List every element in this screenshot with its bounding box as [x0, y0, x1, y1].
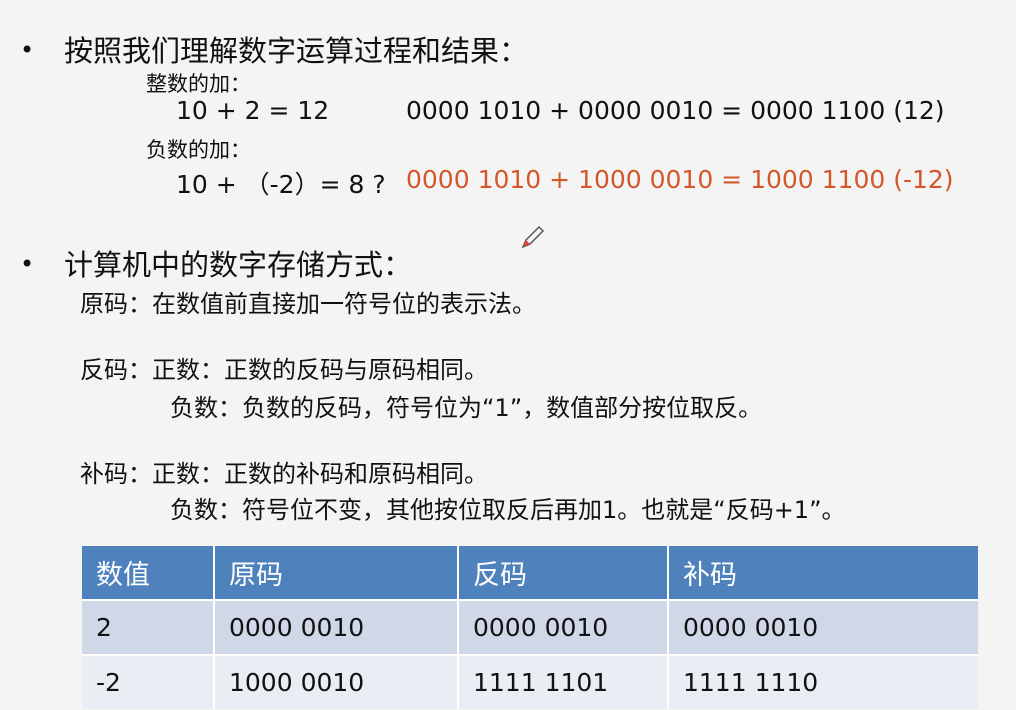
- neg-add-decimal: 10 + （-2）= 8 ?: [176, 170, 386, 199]
- int-add-label: 整数的加：: [146, 72, 251, 96]
- neg-add-binary: 0000 1010 + 1000 0010 = 1000 1100 (-12): [406, 165, 954, 194]
- bullet: •: [20, 36, 35, 64]
- int-add-binary: 0000 1010 + 0000 0010 = 0000 1100 (12): [406, 96, 945, 125]
- table-cell: 1111 1110: [668, 654, 978, 709]
- pencil-icon: [521, 225, 545, 249]
- code-table: 数值 原码 反码 补码 2 0000 0010 0000 0010 0000 0…: [82, 546, 978, 709]
- table-cell: -2: [82, 654, 215, 709]
- table-cell: 0000 0010: [214, 599, 459, 655]
- table-cell: 1111 1101: [458, 654, 669, 709]
- table-cell: 1000 0010: [214, 654, 459, 709]
- table-cell: 0000 0010: [668, 599, 978, 655]
- table-cell: 2: [82, 599, 215, 655]
- int-add-decimal: 10 + 2 = 12: [176, 96, 330, 125]
- buma-positive-line: 补码：正数：正数的补码和原码相同。: [80, 460, 488, 488]
- section-title: 按照我们理解数字运算过程和结果：: [64, 34, 529, 68]
- neg-add-label: 负数的加：: [146, 138, 251, 162]
- section-title: 计算机中的数字存储方式：: [64, 248, 413, 282]
- header-cell: 数值: [82, 546, 215, 600]
- header-cell: 反码: [458, 546, 669, 600]
- header-cell: 原码: [214, 546, 459, 600]
- header-cell: 补码: [668, 546, 978, 600]
- fanma-negative-line: 负数：负数的反码，符号位为“1”，数值部分按位取反。: [170, 394, 763, 422]
- table-header-row: 数值 原码 反码 补码: [82, 546, 978, 600]
- table-row: 2 0000 0010 0000 0010 0000 0010: [82, 599, 978, 655]
- bullet: •: [20, 250, 35, 278]
- yuanma-line: 原码：在数值前直接加一符号位的表示法。: [80, 290, 536, 318]
- table-row: -2 1000 0010 1111 1101 1111 1110: [82, 654, 978, 709]
- table-cell: 0000 0010: [458, 599, 669, 655]
- fanma-positive-line: 反码：正数：正数的反码与原码相同。: [80, 356, 488, 384]
- buma-negative-line: 负数：符号位不变，其他按位取反后再加1。也就是“反码+1”。: [170, 496, 846, 524]
